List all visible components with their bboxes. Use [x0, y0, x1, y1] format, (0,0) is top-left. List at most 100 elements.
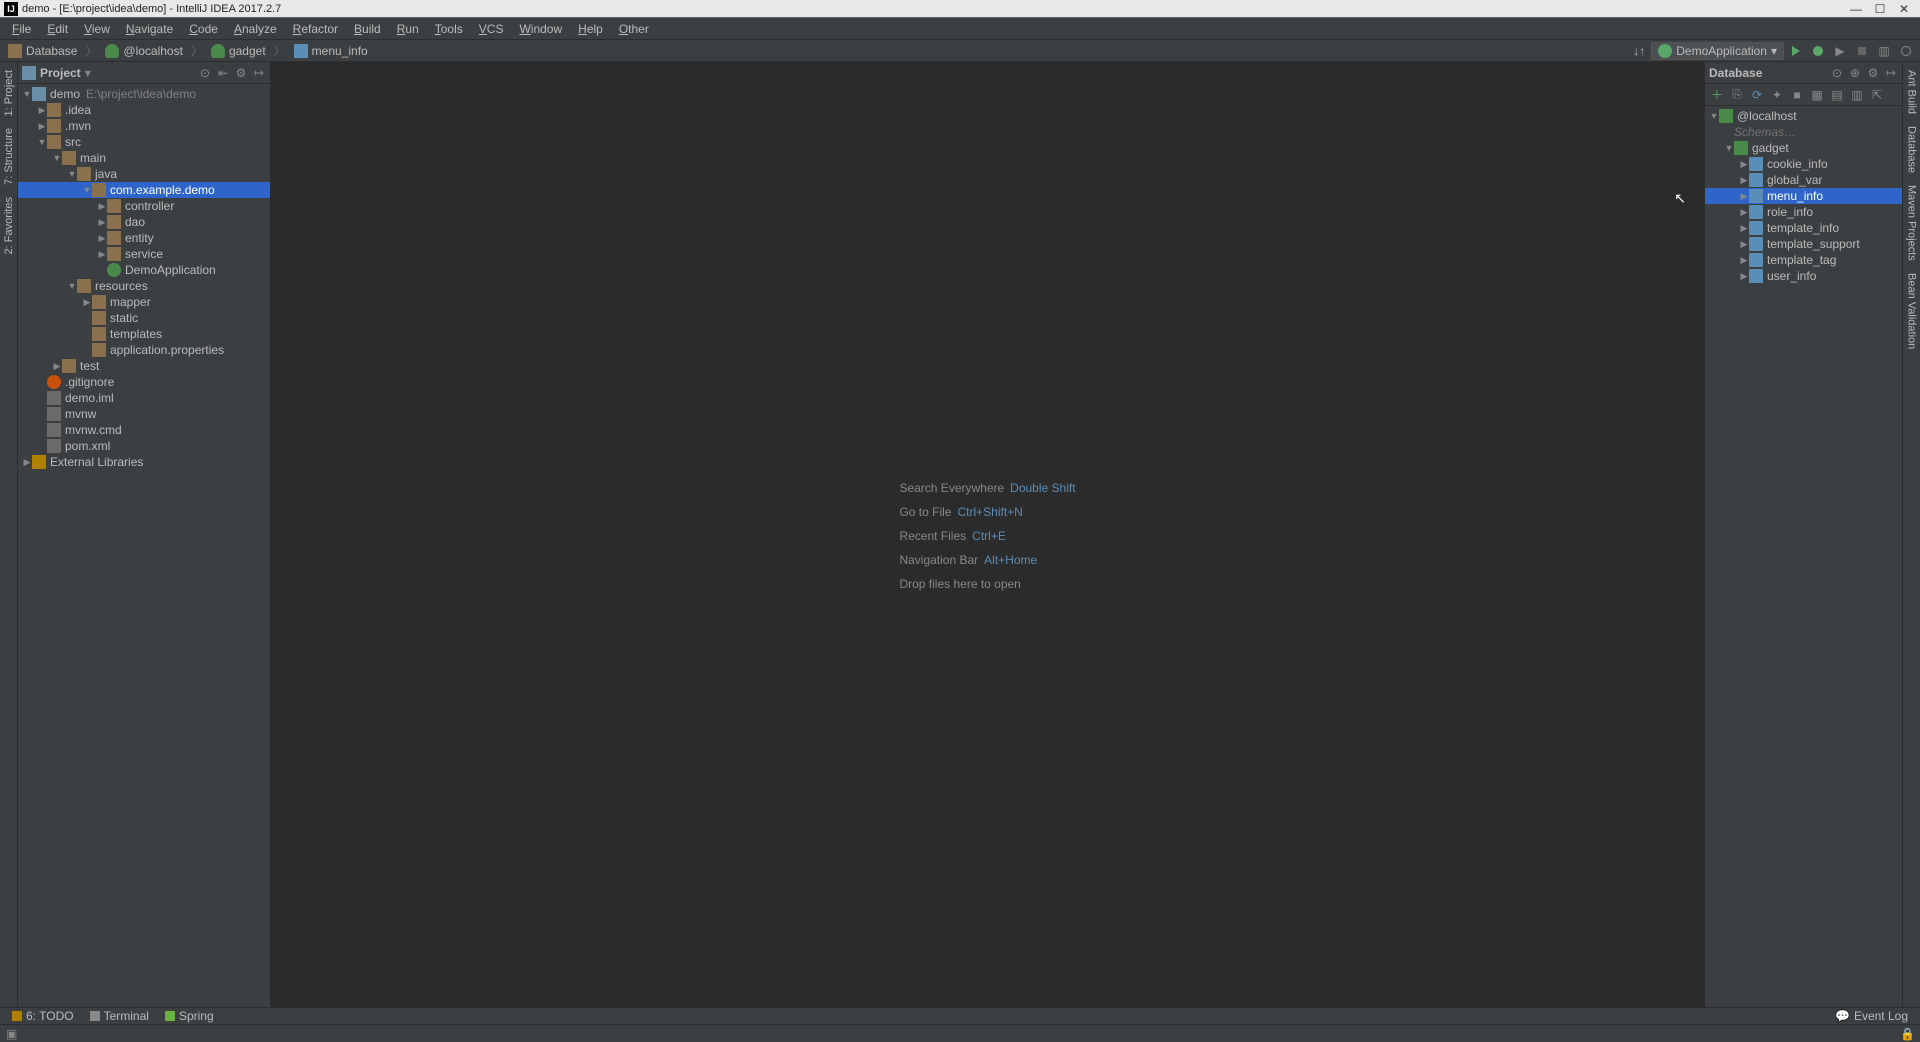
- tree-node-external-libraries[interactable]: ▶External Libraries: [18, 454, 270, 470]
- expand-icon[interactable]: ▶: [97, 233, 107, 244]
- tree-node-resources[interactable]: ▼resources: [18, 278, 270, 294]
- db-refresh-button[interactable]: ⟳: [1749, 87, 1765, 103]
- tool-tab-7-structure[interactable]: 7: Structure: [1, 122, 17, 191]
- db-node-gadget[interactable]: ▼gadget: [1705, 140, 1902, 156]
- run-coverage-button[interactable]: ▶: [1830, 41, 1850, 61]
- tool-tab-database[interactable]: Database: [1904, 120, 1920, 179]
- toggle-tool-windows-button[interactable]: ▣: [6, 1027, 20, 1041]
- maximize-button[interactable]: ☐: [1868, 2, 1892, 16]
- collapse-icon[interactable]: ▼: [37, 137, 47, 147]
- dock-spring[interactable]: Spring: [157, 1009, 222, 1023]
- db-node--localhost[interactable]: ▼@localhost: [1705, 108, 1902, 124]
- expand-icon[interactable]: ▶: [1739, 223, 1749, 234]
- collapse-icon[interactable]: ▼: [22, 89, 32, 99]
- run-config-combo[interactable]: DemoApplication ▾: [1651, 42, 1784, 60]
- debug-button[interactable]: [1808, 41, 1828, 61]
- editor-area[interactable]: Search EverywhereDouble ShiftGo to FileC…: [271, 62, 1704, 1007]
- tree-node-static[interactable]: ▶static: [18, 310, 270, 326]
- db-console-button[interactable]: ▤: [1829, 87, 1845, 103]
- expand-icon[interactable]: ▶: [97, 249, 107, 260]
- tree-node-templates[interactable]: ▶templates: [18, 326, 270, 342]
- search-everywhere-button[interactable]: [1896, 41, 1916, 61]
- lock-icon[interactable]: 🔒: [1900, 1027, 1914, 1041]
- tool-tab-2-favorites[interactable]: 2: Favorites: [1, 191, 17, 260]
- db-duplicate-button[interactable]: ⎘: [1729, 87, 1745, 103]
- minimize-button[interactable]: —: [1844, 2, 1868, 16]
- tree-node--idea[interactable]: ▶.idea: [18, 102, 270, 118]
- collapse-icon[interactable]: ▼: [1709, 111, 1719, 121]
- tree-node--gitignore[interactable]: ▶.gitignore: [18, 374, 270, 390]
- db-node-cookie_info[interactable]: ▶cookie_info: [1705, 156, 1902, 172]
- project-structure-button[interactable]: ▥: [1874, 41, 1894, 61]
- db-export-button[interactable]: ⇱: [1869, 87, 1885, 103]
- db-node-user_info[interactable]: ▶user_info: [1705, 268, 1902, 284]
- expand-icon[interactable]: ▶: [97, 201, 107, 212]
- tool-tab-maven-projects[interactable]: Maven Projects: [1904, 179, 1920, 267]
- menu-help[interactable]: Help: [570, 20, 611, 38]
- hide-panel-icon[interactable]: ↦: [252, 66, 266, 80]
- db-tx-button[interactable]: ▦: [1809, 87, 1825, 103]
- expand-icon[interactable]: ▶: [97, 217, 107, 228]
- collapse-icon[interactable]: ▼: [67, 281, 77, 291]
- menu-window[interactable]: Window: [511, 20, 570, 38]
- menu-analyze[interactable]: Analyze: [226, 20, 285, 38]
- tree-node--mvn[interactable]: ▶.mvn: [18, 118, 270, 134]
- expand-icon[interactable]: ▶: [1739, 159, 1749, 170]
- update-project-icon[interactable]: ↓↑: [1629, 41, 1649, 61]
- db-stop-button[interactable]: ■: [1789, 87, 1805, 103]
- expand-icon[interactable]: ▶: [37, 121, 47, 132]
- collapse-icon[interactable]: ▼: [52, 153, 62, 163]
- expand-icon[interactable]: ▶: [1739, 175, 1749, 186]
- tree-node-service[interactable]: ▶service: [18, 246, 270, 262]
- breadcrumb-menu_info[interactable]: menu_info: [290, 42, 372, 59]
- expand-icon[interactable]: ▶: [37, 105, 47, 116]
- tree-node-demoapplication[interactable]: ▶DemoApplication: [18, 262, 270, 278]
- database-tree[interactable]: ▼@localhost▶Schemas…▼gadget▶cookie_info▶…: [1705, 106, 1902, 1007]
- tree-node-mvnw-cmd[interactable]: ▶mvnw.cmd: [18, 422, 270, 438]
- tree-node-controller[interactable]: ▶controller: [18, 198, 270, 214]
- collapse-all-icon[interactable]: ⇤: [216, 66, 230, 80]
- tool-tab-bean-validation[interactable]: Bean Validation: [1904, 267, 1920, 355]
- expand-icon[interactable]: ▶: [1739, 191, 1749, 202]
- project-tree[interactable]: ▼demoE:\project\idea\demo▶.idea▶.mvn▼src…: [18, 84, 270, 1007]
- tree-node-entity[interactable]: ▶entity: [18, 230, 270, 246]
- tree-node-com-example-demo[interactable]: ▼com.example.demo: [18, 182, 270, 198]
- tool-tab-ant-build[interactable]: Ant Build: [1904, 64, 1920, 120]
- breadcrumb-database[interactable]: Database〉: [4, 42, 101, 59]
- tree-node-demo-iml[interactable]: ▶demo.iml: [18, 390, 270, 406]
- collapse-icon[interactable]: ▼: [82, 185, 92, 195]
- db-schemas-link[interactable]: ▶Schemas…: [1705, 124, 1902, 140]
- db-gear-icon[interactable]: ⚙: [1866, 66, 1880, 80]
- expand-icon[interactable]: ▶: [1739, 207, 1749, 218]
- tree-node-application-properties[interactable]: ▶application.properties: [18, 342, 270, 358]
- menu-code[interactable]: Code: [181, 20, 226, 38]
- tree-node-mvnw[interactable]: ▶mvnw: [18, 406, 270, 422]
- dock-event-log[interactable]: 💬Event Log: [1827, 1009, 1916, 1023]
- tree-node-mapper[interactable]: ▶mapper: [18, 294, 270, 310]
- menu-tools[interactable]: Tools: [427, 20, 471, 38]
- expand-icon[interactable]: ▶: [52, 361, 62, 372]
- tree-node-demo[interactable]: ▼demoE:\project\idea\demo: [18, 86, 270, 102]
- tool-tab-1-project[interactable]: 1: Project: [1, 64, 17, 122]
- menu-view[interactable]: View: [76, 20, 118, 38]
- breadcrumb-gadget[interactable]: gadget〉: [207, 42, 290, 59]
- db-collapse-icon[interactable]: ⊕: [1848, 66, 1862, 80]
- menu-other[interactable]: Other: [611, 20, 657, 38]
- tree-node-src[interactable]: ▼src: [18, 134, 270, 150]
- expand-icon[interactable]: ▶: [1739, 239, 1749, 250]
- menu-navigate[interactable]: Navigate: [118, 20, 181, 38]
- menu-run[interactable]: Run: [389, 20, 427, 38]
- run-button[interactable]: [1786, 41, 1806, 61]
- db-node-template_tag[interactable]: ▶template_tag: [1705, 252, 1902, 268]
- menu-refactor[interactable]: Refactor: [285, 20, 346, 38]
- expand-icon[interactable]: ▶: [1739, 271, 1749, 282]
- tree-node-test[interactable]: ▶test: [18, 358, 270, 374]
- tree-node-pom-xml[interactable]: ▶pom.xml: [18, 438, 270, 454]
- db-hide-icon[interactable]: ↦: [1884, 66, 1898, 80]
- menu-build[interactable]: Build: [346, 20, 389, 38]
- scroll-to-source-icon[interactable]: ⊙: [198, 66, 212, 80]
- expand-icon[interactable]: ▶: [22, 457, 32, 468]
- db-node-global_var[interactable]: ▶global_var: [1705, 172, 1902, 188]
- db-table-button[interactable]: ▥: [1849, 87, 1865, 103]
- collapse-icon[interactable]: ▼: [67, 169, 77, 179]
